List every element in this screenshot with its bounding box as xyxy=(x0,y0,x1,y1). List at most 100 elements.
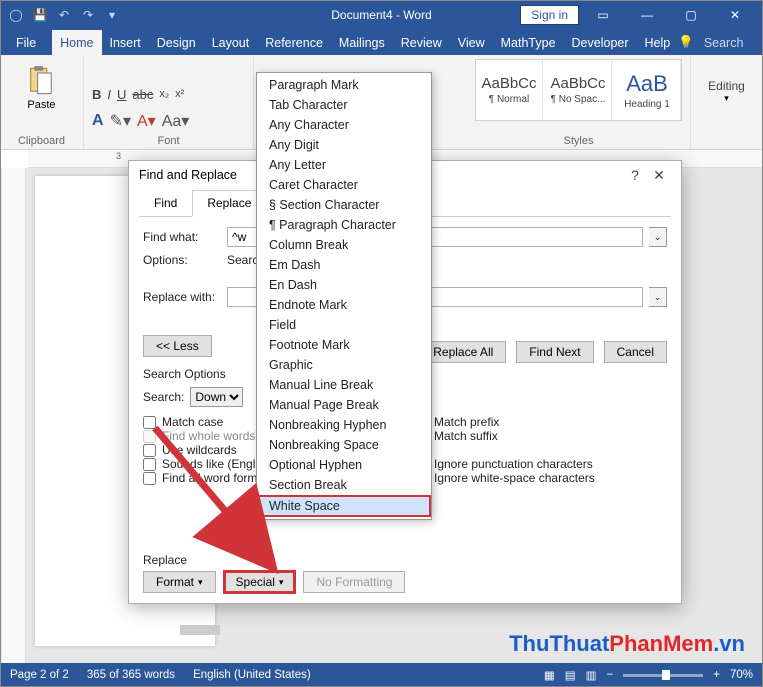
font-color-button[interactable]: A▾ xyxy=(137,111,156,131)
less-button[interactable]: << Less xyxy=(143,335,212,357)
menu-item[interactable]: Footnote Mark xyxy=(257,335,431,355)
qat-customize-icon[interactable]: ▾ xyxy=(104,7,120,23)
ribbon-tab-review[interactable]: Review xyxy=(393,30,450,55)
sign-in-button[interactable]: Sign in xyxy=(520,5,579,25)
menu-item[interactable]: Graphic xyxy=(257,355,431,375)
change-case-button[interactable]: Aa▾ xyxy=(162,111,190,131)
ribbon-tab-design[interactable]: Design xyxy=(149,30,204,55)
search-direction-label: Search: xyxy=(143,390,184,404)
status-bar: Page 2 of 2 365 of 365 words English (Un… xyxy=(0,663,763,687)
replace-with-label: Replace with: xyxy=(143,290,221,304)
menu-item[interactable]: Any Letter xyxy=(257,155,431,175)
zoom-out-icon[interactable]: − xyxy=(607,669,614,681)
ribbon-display-options-icon[interactable]: ▭ xyxy=(583,0,623,30)
ribbon-tab-home[interactable]: Home xyxy=(52,30,101,55)
ribbon-tab-references[interactable]: Reference xyxy=(257,30,331,55)
menu-item[interactable]: Manual Page Break xyxy=(257,395,431,415)
view-web-layout-icon[interactable]: ▥ xyxy=(586,668,597,682)
search-direction-select[interactable]: Down xyxy=(190,387,243,407)
style-no-spacing[interactable]: AaBbCc¶ No Spac... xyxy=(545,60,612,120)
check-ignore-whitespace[interactable]: Ignore white-space characters xyxy=(415,471,667,485)
ribbon-tab-mailings[interactable]: Mailings xyxy=(331,30,393,55)
menu-item[interactable]: Paragraph Mark xyxy=(257,75,431,95)
check-match-suffix[interactable]: Match suffix xyxy=(415,429,667,443)
menu-item[interactable]: § Section Character xyxy=(257,195,431,215)
check-ignore-punctuation[interactable]: Ignore punctuation characters xyxy=(415,457,667,471)
ribbon-tab-help[interactable]: Help xyxy=(637,30,679,55)
status-language[interactable]: English (United States) xyxy=(193,669,311,681)
undo-icon[interactable]: ↶ xyxy=(56,7,72,23)
replace-all-button[interactable]: Replace All xyxy=(420,341,506,363)
redo-icon[interactable]: ↷ xyxy=(80,7,96,23)
ribbon-tab-developer[interactable]: Developer xyxy=(564,30,637,55)
find-what-label: Find what: xyxy=(143,230,221,244)
maximize-icon[interactable]: ▢ xyxy=(671,0,711,30)
menu-item[interactable]: ¶ Paragraph Character xyxy=(257,215,431,235)
view-print-layout-icon[interactable]: ▤ xyxy=(565,668,576,682)
text-effects-button[interactable]: A xyxy=(92,112,104,130)
paste-button[interactable]: Paste xyxy=(27,65,55,111)
menu-item[interactable]: Nonbreaking Space xyxy=(257,435,431,455)
search-icon[interactable]: 💡 xyxy=(678,35,694,50)
find-what-dropdown-icon[interactable]: ⌄ xyxy=(649,227,667,247)
save-icon[interactable]: 💾 xyxy=(32,7,48,23)
format-button[interactable]: Format ▾ xyxy=(143,571,216,593)
zoom-slider[interactable] xyxy=(623,674,703,677)
style-heading-1[interactable]: AaBHeading 1 xyxy=(614,60,681,120)
zoom-in-icon[interactable]: + xyxy=(713,669,720,681)
autosave-icon[interactable]: ◯ xyxy=(8,7,24,23)
menu-item[interactable]: Em Dash xyxy=(257,255,431,275)
find-next-button[interactable]: Find Next xyxy=(516,341,593,363)
view-read-mode-icon[interactable]: ▦ xyxy=(544,668,555,682)
zoom-level[interactable]: 70% xyxy=(730,669,753,681)
cancel-button[interactable]: Cancel xyxy=(604,341,667,363)
minimize-icon[interactable]: — xyxy=(627,0,667,30)
menu-item[interactable]: Any Character xyxy=(257,115,431,135)
vertical-ruler[interactable] xyxy=(2,168,26,663)
tab-find[interactable]: Find xyxy=(139,190,192,217)
underline-button[interactable]: U xyxy=(117,87,126,102)
replace-section-label: Replace xyxy=(143,553,405,567)
check-match-prefix[interactable]: Match prefix xyxy=(415,415,667,429)
status-page[interactable]: Page 2 of 2 xyxy=(10,669,69,681)
superscript-button[interactable]: x² xyxy=(175,88,184,100)
menu-item[interactable]: Any Digit xyxy=(257,135,431,155)
editing-button[interactable]: Editing xyxy=(708,79,745,93)
close-icon[interactable]: ✕ xyxy=(715,0,755,30)
special-button[interactable]: Special ▾ xyxy=(224,571,296,593)
strikethrough-button[interactable]: abc xyxy=(132,87,153,102)
menu-item[interactable]: Optional Hyphen xyxy=(257,455,431,475)
font-group-label: Font xyxy=(92,133,245,147)
menu-item[interactable]: Column Break xyxy=(257,235,431,255)
search-label[interactable]: Search xyxy=(704,36,744,50)
menu-item-white-space[interactable]: White Space xyxy=(257,495,431,517)
menu-item[interactable]: En Dash xyxy=(257,275,431,295)
subscript-button[interactable]: x₂ xyxy=(159,88,169,100)
italic-button[interactable]: I xyxy=(107,87,111,102)
ribbon-tabs: File Home Insert Design Layout Reference… xyxy=(0,30,763,55)
bold-button[interactable]: B xyxy=(92,87,101,102)
ribbon-tab-insert[interactable]: Insert xyxy=(102,30,149,55)
menu-item[interactable]: Manual Line Break xyxy=(257,375,431,395)
status-word-count[interactable]: 365 of 365 words xyxy=(87,669,175,681)
menu-item[interactable]: Endnote Mark xyxy=(257,295,431,315)
ruler-marker: 3 xyxy=(116,151,121,161)
menu-item[interactable]: Tab Character xyxy=(257,95,431,115)
ribbon-tab-layout[interactable]: Layout xyxy=(204,30,258,55)
quick-access-toolbar: ◯ 💾 ↶ ↷ ▾ xyxy=(0,7,128,23)
ribbon-tab-file[interactable]: File xyxy=(0,30,52,55)
options-label: Options: xyxy=(143,253,221,267)
page-break-indicator xyxy=(180,625,220,635)
ribbon-tab-view[interactable]: View xyxy=(450,30,493,55)
replace-with-dropdown-icon[interactable]: ⌄ xyxy=(649,287,667,307)
highlight-button[interactable]: ✎▾ xyxy=(110,111,131,131)
styles-gallery[interactable]: AaBbCc¶ Normal AaBbCc¶ No Spac... AaBHea… xyxy=(475,59,682,121)
menu-item[interactable]: Section Break xyxy=(257,475,431,495)
ribbon-tab-mathtype[interactable]: MathType xyxy=(493,30,564,55)
menu-item[interactable]: Field xyxy=(257,315,431,335)
dialog-close-button[interactable]: ✕ xyxy=(647,167,671,184)
menu-item[interactable]: Nonbreaking Hyphen xyxy=(257,415,431,435)
style-normal[interactable]: AaBbCc¶ Normal xyxy=(476,60,543,120)
dialog-help-button[interactable]: ? xyxy=(623,167,647,183)
menu-item[interactable]: Caret Character xyxy=(257,175,431,195)
